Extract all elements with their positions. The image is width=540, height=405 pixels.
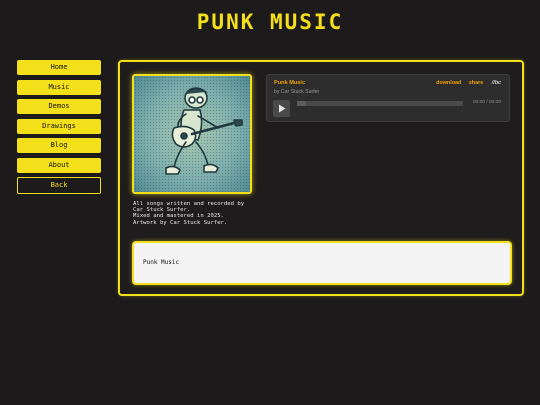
page: PUNK MUSIC Home Music Demos Drawings Blo… bbox=[0, 0, 540, 405]
nav-music-button[interactable]: Music bbox=[17, 79, 101, 95]
bandcamp-logo[interactable]: //bc bbox=[492, 80, 501, 86]
share-link[interactable]: share bbox=[469, 80, 483, 86]
play-icon bbox=[279, 104, 286, 113]
album-panel: All songs written and recorded by Car St… bbox=[118, 60, 524, 296]
album-credits: All songs written and recorded by Car St… bbox=[133, 201, 245, 226]
back-button[interactable]: Back bbox=[17, 177, 101, 194]
sidebar-nav: Home Music Demos Drawings Blog About Bac… bbox=[17, 60, 101, 199]
bandcamp-player: Punk Music by Car Stuck Surfer download … bbox=[266, 74, 510, 122]
nav-home-button[interactable]: Home bbox=[17, 60, 101, 75]
player-actions: download share //bc bbox=[430, 80, 501, 86]
download-link[interactable]: download bbox=[436, 80, 461, 86]
time-display: 00:00 / 00:00 bbox=[472, 100, 501, 105]
nav-demos-button[interactable]: Demos bbox=[17, 99, 101, 114]
site-title: PUNK MUSIC bbox=[196, 10, 344, 34]
track-title[interactable]: Punk Music bbox=[274, 80, 305, 86]
nav-blog-button[interactable]: Blog bbox=[17, 138, 101, 153]
play-button[interactable] bbox=[273, 100, 290, 117]
album-description: Punk Music bbox=[132, 241, 512, 285]
nav-drawings-button[interactable]: Drawings bbox=[17, 118, 101, 134]
guitarist-illustration bbox=[165, 87, 243, 175]
track-artist: by Car Stuck Surfer bbox=[274, 89, 320, 95]
nav-about-button[interactable]: About bbox=[17, 157, 101, 173]
progress-bar[interactable] bbox=[297, 101, 463, 106]
progress-knob[interactable] bbox=[297, 101, 306, 106]
album-artwork bbox=[132, 74, 252, 194]
